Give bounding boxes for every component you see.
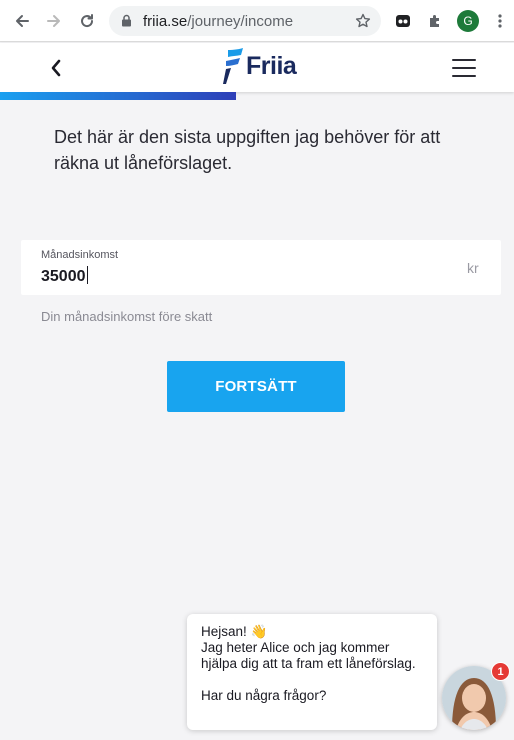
menu-line [452,59,476,61]
extension-glasses-icon[interactable] [393,11,413,31]
progress-fill [0,92,237,100]
currency-unit: kr [467,260,479,276]
income-field[interactable]: Månadsinkomst 35000 kr [21,240,501,295]
menu-line [452,75,476,77]
menu-icon[interactable] [452,59,476,77]
notification-badge: 1 [491,662,510,681]
browser-toolbar: friia.se/journey/income G [0,0,514,42]
chat-intro: Jag heter Alice och jag kommer hjälpa di… [201,640,416,671]
kebab-menu-icon[interactable] [490,11,510,31]
chat-question: Har du några frågor? [201,688,327,703]
url-host: friia.se [143,13,188,30]
site-header: Friia [0,43,514,92]
address-bar[interactable]: friia.se/journey/income [109,6,381,36]
friia-logo-mark [223,48,243,84]
income-helper-text: Din månadsinkomst före skatt [41,309,213,324]
url-text: friia.se/journey/income [143,13,293,30]
income-input[interactable]: 35000 [41,266,88,286]
intro-text: Det här är den sista uppgiften jag behöv… [54,127,441,173]
progress-bar [0,92,514,100]
continue-button[interactable]: FORTSÄTT [167,361,345,412]
url-path: /journey/income [187,13,294,30]
chevron-left-icon[interactable] [44,56,68,80]
back-arrow-icon[interactable] [12,11,32,31]
puzzle-icon[interactable] [425,11,445,31]
menu-line [452,67,476,69]
text-caret [86,266,88,284]
chat-greeting: Hejsan! 👋 [201,624,268,639]
income-value: 35000 [41,268,86,285]
chat-bubble[interactable]: Hejsan! 👋 Jag heter Alice och jag kommer… [187,614,437,730]
profile-avatar[interactable]: G [457,10,479,32]
friia-logo[interactable]: Friia [222,46,297,86]
income-field-label: Månadsinkomst [41,249,119,261]
lock-icon [121,14,132,32]
star-icon[interactable] [353,11,373,31]
forward-arrow-icon[interactable] [44,11,64,31]
logo-text: Friia [246,51,297,80]
reload-icon[interactable] [77,11,97,31]
